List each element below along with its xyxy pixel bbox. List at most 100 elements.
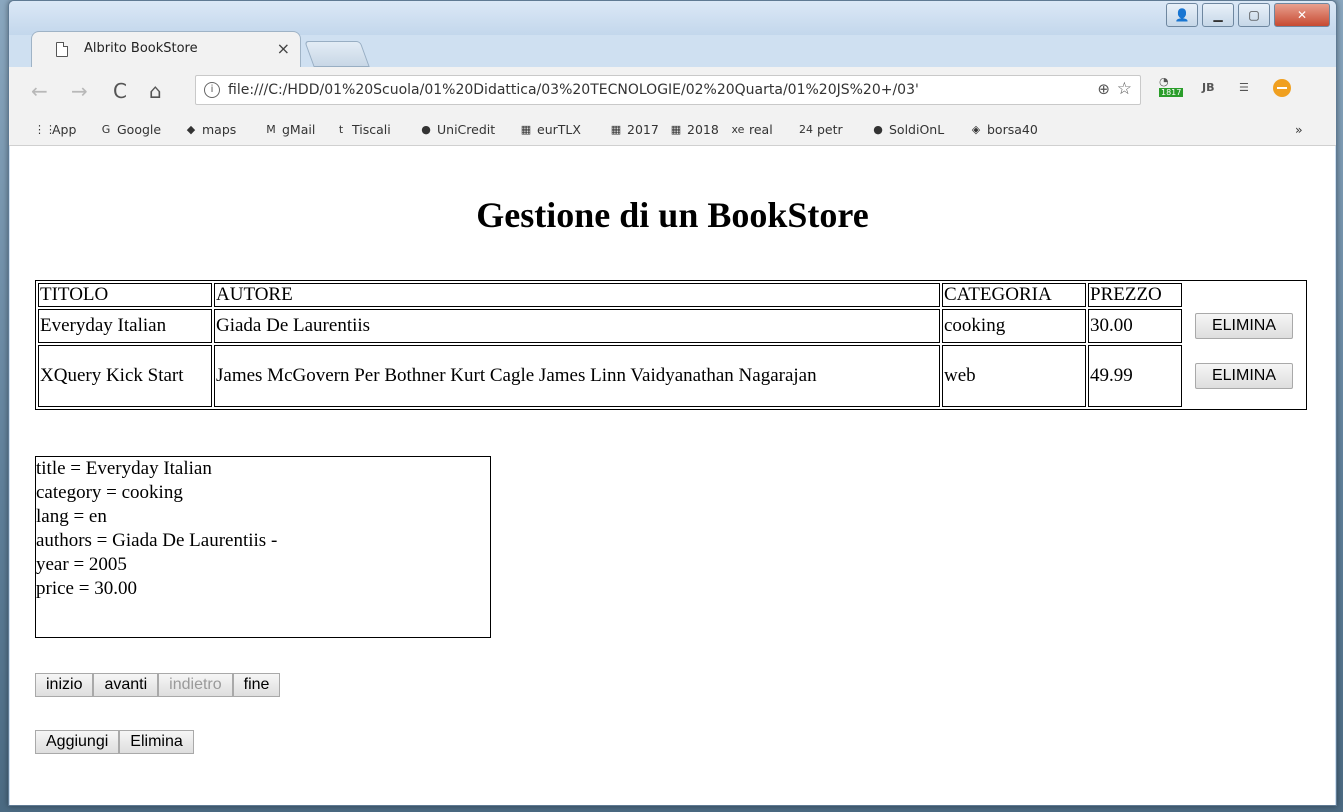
cell-category: web bbox=[942, 345, 1086, 407]
reload-icon[interactable]: C bbox=[113, 79, 127, 103]
browser-menu-icon[interactable] bbox=[1273, 79, 1291, 97]
cell-price: 30.00 bbox=[1088, 309, 1182, 343]
cell-price: 49.99 bbox=[1088, 345, 1182, 407]
delete-row-button[interactable]: ELIMINA bbox=[1194, 363, 1293, 389]
header-empty bbox=[1184, 283, 1304, 307]
bookmark-item[interactable]: ▦ eurTLX bbox=[519, 122, 581, 137]
record-actions: Aggiungi Elimina bbox=[35, 730, 194, 754]
cell-title: XQuery Kick Start bbox=[38, 345, 212, 407]
bookmark-star-icon[interactable]: ☆ bbox=[1117, 79, 1132, 99]
home-icon[interactable]: ⌂ bbox=[149, 79, 162, 103]
more-bookmarks-icon[interactable]: » bbox=[1295, 122, 1303, 137]
bookmark-item[interactable]: t Tiscali bbox=[334, 122, 391, 137]
minimize-button[interactable]: ▁ bbox=[1202, 3, 1234, 27]
google-icon: G bbox=[101, 122, 111, 136]
delete-row-button[interactable]: ELIMINA bbox=[1194, 313, 1293, 339]
book-detail-panel: title = Everyday Italian category = cook… bbox=[35, 456, 491, 638]
back-arrow-icon[interactable]: ← bbox=[31, 79, 48, 103]
soldionline-icon: ● bbox=[873, 122, 883, 136]
bookmark-label: borsa40 bbox=[987, 122, 1038, 137]
bookmark-label: eurTLX bbox=[537, 122, 581, 137]
gmail-icon: M bbox=[266, 122, 276, 136]
header-prezzo: PREZZO bbox=[1088, 283, 1182, 307]
bookmark-item[interactable]: MgMail bbox=[264, 122, 315, 137]
maps-icon: ◆ bbox=[186, 122, 196, 136]
table-row: XQuery Kick Start James McGovern Per Bot… bbox=[38, 345, 1304, 407]
forward-arrow-icon[interactable]: → bbox=[71, 79, 88, 103]
bookmark-label: maps bbox=[202, 122, 237, 137]
extension-counter-icon[interactable]: ◔ 1817 bbox=[1159, 75, 1184, 101]
sole24-icon: 24 bbox=[799, 122, 813, 136]
bookmark-item[interactable]: ◈ borsa40 bbox=[969, 122, 1038, 137]
url-text[interactable]: file:///C:/HDD/01%20Scuola/01%20Didattic… bbox=[228, 82, 1088, 98]
page-icon bbox=[56, 42, 68, 57]
bookmark-label: 2018 bbox=[687, 122, 719, 137]
bookmark-item[interactable]: ⋮⋮ App bbox=[34, 122, 76, 137]
cell-author: Giada De Laurentiis bbox=[214, 309, 940, 343]
grid-icon: ▦ bbox=[610, 122, 622, 136]
bookmark-label: UniCredit bbox=[437, 122, 496, 137]
bookmark-item[interactable]: ▦ 2017 bbox=[609, 122, 659, 137]
detail-price: price = 30.00 bbox=[36, 578, 137, 599]
browser-toolbar: ← → C ⌂ i file:///C:/HDD/01%20Scuola/01%… bbox=[9, 67, 1336, 113]
bookmark-label: petr bbox=[817, 122, 843, 137]
header-titolo: TITOLO bbox=[38, 283, 212, 307]
bookmark-label: gMail bbox=[282, 122, 316, 137]
address-bar[interactable]: i file:///C:/HDD/01%20Scuola/01%20Didatt… bbox=[195, 75, 1141, 105]
cell-author: James McGovern Per Bothner Kurt Cagle Ja… bbox=[214, 345, 940, 407]
add-book-button[interactable]: Aggiungi bbox=[35, 730, 120, 754]
extension-badge: 1817 bbox=[1159, 88, 1184, 97]
next-record-button[interactable]: avanti bbox=[93, 673, 159, 697]
bookmark-item[interactable]: ● SoldiOnL bbox=[871, 122, 944, 137]
page-title: Gestione di un BookStore bbox=[476, 195, 869, 235]
detail-year: year = 2005 bbox=[36, 554, 127, 575]
bookmark-label: SoldiOnL bbox=[889, 122, 945, 137]
detail-category: category = cooking bbox=[36, 482, 183, 503]
bookmark-label: 2017 bbox=[627, 122, 659, 137]
borsa-icon: ◈ bbox=[971, 122, 981, 136]
maximize-button[interactable]: ▢ bbox=[1238, 3, 1270, 27]
new-tab-button[interactable] bbox=[304, 41, 370, 67]
books-table: TITOLO AUTORE CATEGORIA PREZZO Everyday … bbox=[35, 280, 1307, 410]
first-record-button[interactable]: inizio bbox=[35, 673, 94, 697]
bookmark-item[interactable]: G Google bbox=[99, 122, 161, 137]
cell-category: cooking bbox=[942, 309, 1086, 343]
close-window-button[interactable]: ✕ bbox=[1274, 3, 1330, 27]
reader-extension-icon[interactable]: ☰ bbox=[1239, 81, 1263, 107]
xe-icon: xe bbox=[731, 122, 745, 136]
info-icon[interactable]: i bbox=[204, 82, 220, 98]
bookmark-item[interactable]: ▦ 2018 bbox=[669, 122, 719, 137]
detail-title: title = Everyday Italian bbox=[36, 458, 212, 479]
bookmark-item[interactable]: xe real bbox=[731, 122, 773, 137]
header-autore: AUTORE bbox=[214, 283, 940, 307]
tab-title: Albrito BookStore bbox=[84, 41, 198, 56]
window-controls: 👤 ▁ ▢ ✕ bbox=[1166, 3, 1330, 27]
detail-lang: lang = en bbox=[36, 506, 107, 527]
table-row: Everyday Italian Giada De Laurentiis coo… bbox=[38, 309, 1304, 343]
grid-icon: ▦ bbox=[670, 122, 682, 136]
bookmark-item[interactable]: 24 petr bbox=[799, 122, 843, 137]
bookmark-item[interactable]: ● UniCredit bbox=[419, 122, 495, 137]
bookmark-label: Google bbox=[117, 122, 162, 137]
jb-extension-icon[interactable]: JB bbox=[1202, 81, 1226, 107]
detail-authors: authors = Giada De Laurentiis - bbox=[36, 530, 278, 551]
previous-record-button[interactable]: indietro bbox=[158, 673, 233, 697]
record-navigation: inizio avanti indietro fine bbox=[35, 673, 281, 697]
browser-tab[interactable]: Albrito BookStore × bbox=[31, 31, 301, 67]
cell-title: Everyday Italian bbox=[38, 309, 212, 343]
unicredit-icon: ● bbox=[421, 122, 431, 136]
bookmark-label: Tiscali bbox=[352, 122, 391, 137]
cell-action: ELIMINA bbox=[1184, 309, 1304, 343]
title-bar bbox=[9, 1, 1336, 35]
table-header-row: TITOLO AUTORE CATEGORIA PREZZO bbox=[38, 283, 1304, 307]
delete-book-button[interactable]: Elimina bbox=[119, 730, 194, 754]
cell-action: ELIMINA bbox=[1184, 345, 1304, 407]
zoom-icon[interactable]: ⊕ bbox=[1097, 80, 1110, 98]
bookmark-label: real bbox=[749, 122, 773, 137]
last-record-button[interactable]: fine bbox=[232, 673, 281, 697]
tab-close-icon[interactable]: × bbox=[277, 39, 290, 58]
browser-window: 👤 ▁ ▢ ✕ Albrito BookStore × ← → C ⌂ i fi… bbox=[8, 0, 1337, 806]
bookmark-item[interactable]: ◆ maps bbox=[184, 122, 237, 137]
user-profile-icon[interactable]: 👤 bbox=[1166, 3, 1198, 27]
bookmark-label: App bbox=[52, 122, 77, 137]
